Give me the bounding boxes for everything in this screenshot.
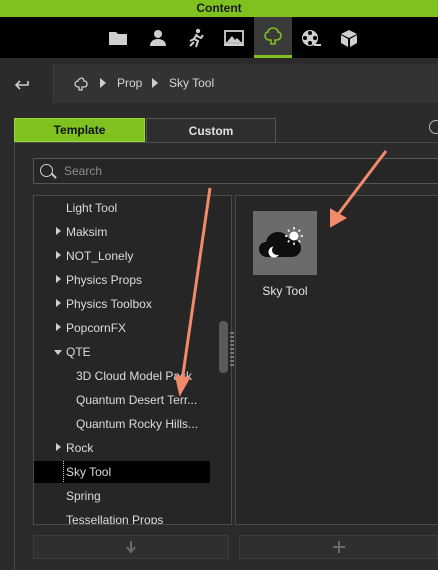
- collapse-arrow-icon[interactable]: [54, 350, 62, 355]
- tree-item-tessellation-props[interactable]: Tessellation Props: [34, 509, 220, 524]
- tab-template-label: Template: [53, 123, 106, 137]
- tree-item-not-lonely[interactable]: NOT_Lonely: [34, 245, 220, 267]
- add-button[interactable]: [239, 535, 438, 559]
- motion-icon[interactable]: [177, 17, 215, 58]
- folder-icon[interactable]: [99, 17, 137, 58]
- tab-custom[interactable]: Custom: [146, 118, 276, 142]
- tree-scrollbar[interactable]: [219, 321, 228, 373]
- tree-item-qte[interactable]: QTE: [34, 341, 220, 363]
- content-item-sky-tool[interactable]: [253, 211, 317, 275]
- person-icon[interactable]: [139, 17, 177, 58]
- title-bar: Content: [0, 0, 438, 17]
- tab-template[interactable]: Template: [14, 118, 145, 142]
- tree-item-rock[interactable]: Rock: [34, 437, 220, 459]
- prop-tree-icon[interactable]: [254, 17, 292, 58]
- breadcrumb-item-prop[interactable]: Prop: [117, 76, 142, 90]
- tree-item-popcornfx[interactable]: PopcornFX: [34, 317, 220, 339]
- window-title: Content: [196, 1, 242, 15]
- expand-arrow-icon[interactable]: [56, 323, 61, 331]
- box-icon[interactable]: [330, 17, 368, 58]
- plus-icon: [332, 541, 345, 553]
- folder-tree[interactable]: Light Tool Maksim NOT_Lonely Physics Pro…: [33, 195, 232, 525]
- arrow-down-icon: [126, 541, 136, 554]
- tree-item-physics-toolbox[interactable]: Physics Toolbox: [34, 293, 220, 315]
- back-button[interactable]: [12, 75, 32, 95]
- film-reel-icon[interactable]: [292, 17, 330, 58]
- cloud-sun-moon-icon: [259, 227, 303, 258]
- tab-custom-label: Custom: [188, 124, 234, 138]
- tree-item-spring[interactable]: Spring: [34, 485, 220, 507]
- expand-arrow-icon[interactable]: [56, 299, 61, 307]
- navigation-row: Prop Sky Tool: [0, 58, 438, 108]
- expand-arrow-icon[interactable]: [56, 443, 61, 451]
- breadcrumb-item-sky-tool[interactable]: Sky Tool: [169, 76, 214, 90]
- content-item-label: Sky Tool: [262, 284, 308, 298]
- stage-icon[interactable]: [215, 17, 253, 58]
- tree-item-quantum-rocky-hills[interactable]: Quantum Rocky Hills...: [34, 413, 220, 435]
- search-box: [33, 158, 438, 184]
- expand-arrow-icon[interactable]: [56, 251, 61, 259]
- breadcrumb-separator-icon: [100, 78, 106, 88]
- tree-item-quantum-desert-terrain[interactable]: Quantum Desert Terr...: [34, 389, 220, 411]
- search-input[interactable]: [64, 162, 424, 180]
- return-arrow-icon: [14, 80, 29, 90]
- download-button[interactable]: [33, 535, 229, 559]
- tree-item-3d-cloud-model-pack[interactable]: 3D Cloud Model Pack: [34, 365, 220, 387]
- tree-item-physics-props[interactable]: Physics Props: [34, 269, 220, 291]
- expand-arrow-icon[interactable]: [56, 227, 61, 235]
- breadcrumb: Prop Sky Tool: [53, 64, 438, 103]
- tree-item-light-tool[interactable]: Light Tool: [34, 197, 220, 219]
- tree-item-sky-tool[interactable]: Sky Tool: [34, 461, 210, 483]
- home-icon[interactable]: [74, 76, 90, 92]
- splitter-handle[interactable]: [230, 332, 234, 368]
- tree-item-maksim[interactable]: Maksim: [34, 221, 220, 243]
- options-icon[interactable]: [429, 120, 438, 134]
- breadcrumb-separator-icon: [152, 78, 158, 88]
- expand-arrow-icon[interactable]: [56, 275, 61, 283]
- category-tab-bar: [0, 17, 438, 58]
